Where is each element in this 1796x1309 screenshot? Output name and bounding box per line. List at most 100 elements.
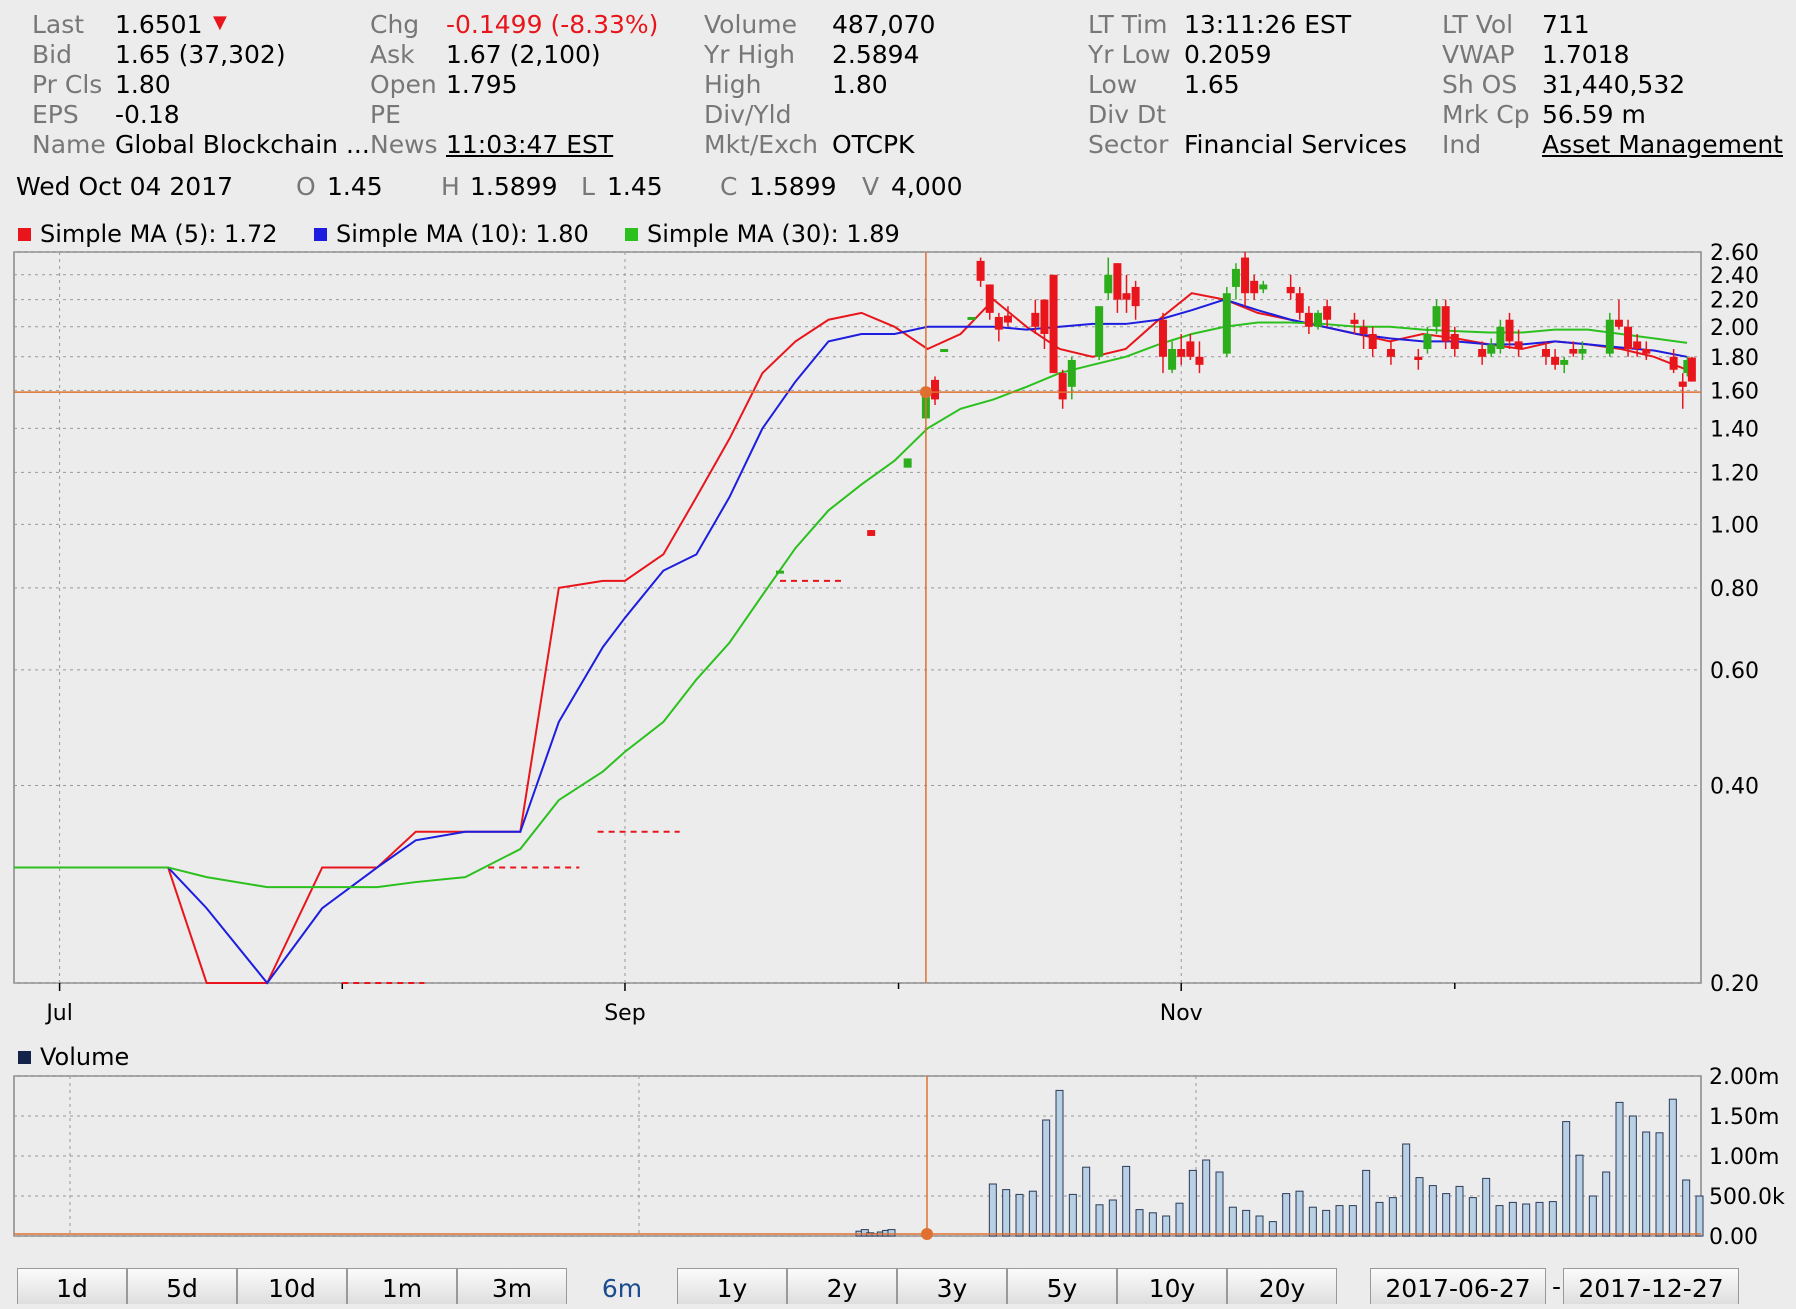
volume-bar bbox=[1375, 1201, 1384, 1237]
volume-chart[interactable]: 2.00m 1.50m 1.00m 500.0k 0.00 bbox=[0, 1060, 1796, 1260]
volume-y-tick-label: 1.50m bbox=[1709, 1105, 1779, 1130]
y-tick-label: 2.60 bbox=[1710, 241, 1759, 266]
volume-bar bbox=[1242, 1209, 1251, 1237]
y-tick-label: 1.60 bbox=[1710, 379, 1759, 404]
tab-10d[interactable]: 10d bbox=[237, 1268, 347, 1304]
volume-bar bbox=[1668, 1098, 1677, 1237]
candle bbox=[1049, 274, 1058, 374]
date-range-separator: - bbox=[1552, 1272, 1562, 1301]
tab-6m[interactable]: 6m bbox=[567, 1268, 677, 1304]
tab-3m[interactable]: 3m bbox=[457, 1268, 567, 1304]
volume-bar bbox=[1348, 1205, 1357, 1237]
candle bbox=[967, 316, 976, 320]
volume-bar bbox=[1655, 1132, 1664, 1237]
y-tick-label: 2.20 bbox=[1710, 289, 1759, 314]
plot-area bbox=[13, 251, 1702, 984]
y-tick-label: 2.00 bbox=[1710, 316, 1759, 341]
x-tick-label: Sep bbox=[604, 1001, 645, 1026]
volume-bar bbox=[1295, 1190, 1304, 1237]
y-tick-label: 0.20 bbox=[1710, 972, 1759, 997]
tab-20y[interactable]: 20y bbox=[1227, 1268, 1337, 1304]
volume-bar bbox=[1175, 1202, 1184, 1237]
y-tick-label: 2.40 bbox=[1710, 264, 1759, 289]
candle bbox=[775, 570, 784, 574]
volume-bar bbox=[1682, 1179, 1691, 1237]
volume-bar bbox=[1188, 1169, 1197, 1237]
volume-bar bbox=[1162, 1215, 1171, 1237]
y-tick-label: 1.20 bbox=[1710, 461, 1759, 486]
volume-bar bbox=[1255, 1215, 1264, 1237]
volume-bar bbox=[1455, 1185, 1464, 1237]
volume-bar bbox=[988, 1183, 997, 1237]
volume-bar bbox=[1615, 1101, 1624, 1237]
crosshair-dot bbox=[919, 386, 932, 399]
volume-bar bbox=[1442, 1193, 1451, 1237]
candle bbox=[1222, 286, 1231, 357]
tab-10y[interactable]: 10y bbox=[1117, 1268, 1227, 1304]
volume-bar bbox=[1402, 1143, 1411, 1237]
start-date-field[interactable]: 2017-06-27 bbox=[1370, 1268, 1546, 1304]
tab-1y[interactable]: 1y bbox=[677, 1268, 787, 1304]
x-tick-label: Nov bbox=[1160, 1001, 1203, 1026]
volume-bar bbox=[1028, 1190, 1037, 1237]
crosshair-dot bbox=[921, 1228, 933, 1240]
volume-bar bbox=[1335, 1205, 1344, 1237]
y-tick-label: 1.80 bbox=[1710, 346, 1759, 371]
volume-bar bbox=[1535, 1201, 1544, 1237]
volume-bar bbox=[1082, 1166, 1091, 1237]
volume-bar bbox=[1695, 1195, 1704, 1237]
volume-bar bbox=[1428, 1185, 1437, 1237]
volume-bar bbox=[1282, 1193, 1291, 1237]
volume-bar bbox=[1482, 1177, 1491, 1237]
volume-y-tick-label: 2.00m bbox=[1709, 1065, 1779, 1090]
volume-y-tick-label: 0.00 bbox=[1709, 1225, 1758, 1250]
volume-bar bbox=[1508, 1201, 1517, 1237]
tab-5y[interactable]: 5y bbox=[1007, 1268, 1117, 1304]
volume-bar bbox=[1415, 1177, 1424, 1237]
volume-bar bbox=[1548, 1201, 1557, 1237]
tab-3y[interactable]: 3y bbox=[897, 1268, 1007, 1304]
y-tick-label: 0.40 bbox=[1710, 774, 1759, 799]
volume-bar bbox=[1388, 1197, 1397, 1237]
volume-bar bbox=[1308, 1206, 1317, 1237]
volume-bar bbox=[1148, 1212, 1157, 1237]
volume-bar bbox=[1215, 1171, 1224, 1237]
y-tick-label: 0.80 bbox=[1710, 577, 1759, 602]
tab-1d[interactable]: 1d bbox=[17, 1268, 127, 1304]
candle bbox=[940, 348, 949, 352]
volume-bar bbox=[1602, 1171, 1611, 1237]
volume-bar bbox=[1495, 1205, 1504, 1237]
volume-bar bbox=[1522, 1203, 1531, 1237]
volume-bar bbox=[1228, 1206, 1237, 1237]
volume-bar bbox=[1095, 1204, 1104, 1237]
candle bbox=[1314, 310, 1323, 330]
volume-bar bbox=[887, 1229, 896, 1237]
volume-bar bbox=[1055, 1089, 1064, 1237]
volume-bar bbox=[1135, 1209, 1144, 1237]
volume-bar bbox=[1042, 1119, 1051, 1237]
volume-bar bbox=[1575, 1154, 1584, 1237]
y-tick-label: 1.40 bbox=[1710, 417, 1759, 442]
tab-5d[interactable]: 5d bbox=[127, 1268, 237, 1304]
volume-bar bbox=[1642, 1131, 1651, 1237]
volume-y-tick-label: 1.00m bbox=[1709, 1145, 1779, 1170]
volume-bar bbox=[1002, 1189, 1011, 1237]
candle bbox=[903, 458, 912, 468]
volume-y-tick-label: 500.0k bbox=[1709, 1185, 1785, 1210]
volume-bar bbox=[1362, 1169, 1371, 1237]
candle bbox=[1095, 306, 1104, 360]
candle bbox=[1687, 356, 1696, 382]
tab-1m[interactable]: 1m bbox=[347, 1268, 457, 1304]
volume-bar bbox=[1628, 1115, 1637, 1237]
volume-bar bbox=[1122, 1165, 1131, 1237]
price-chart[interactable]: 2.602.402.202.00 1.80 1.60 1.40 1.20 1.00 0.80… bbox=[0, 0, 1796, 1040]
end-date-field[interactable]: 2017-12-27 bbox=[1563, 1268, 1739, 1304]
y-tick-label: 1.00 bbox=[1710, 513, 1759, 538]
volume-bar bbox=[1068, 1193, 1077, 1237]
x-tick-label: Jul bbox=[44, 1001, 73, 1026]
volume-bar bbox=[1202, 1159, 1211, 1237]
volume-bar bbox=[1322, 1209, 1331, 1237]
tab-2y[interactable]: 2y bbox=[787, 1268, 897, 1304]
candle bbox=[867, 530, 876, 536]
volume-bar bbox=[1588, 1195, 1597, 1237]
